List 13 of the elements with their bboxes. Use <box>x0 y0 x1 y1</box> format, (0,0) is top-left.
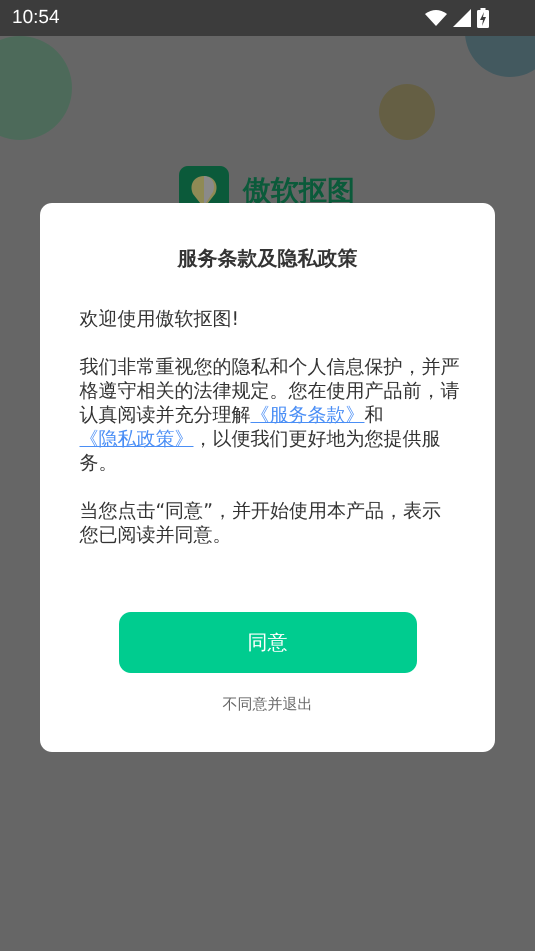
dialog-paragraph: 当您点击“同意”，并开始使用本产品，表示您已阅读并同意。 <box>80 500 442 548</box>
wifi-icon <box>425 10 447 26</box>
status-time: 10:54 <box>12 7 60 29</box>
agree-button[interactable]: 同意 <box>118 612 416 673</box>
dialog-title: 服务条款及隐私政策 <box>178 245 358 272</box>
battery-charging-icon <box>477 8 489 28</box>
app-name: 傲软抠图 <box>243 173 355 209</box>
dialog-paragraph: 欢迎使用傲软抠图! <box>80 308 240 332</box>
policy-link[interactable]: 《服务条款》 <box>250 405 364 426</box>
dialog-paragraph: 我们非常重视您的隐私和个人信息保护，并严格遵守相关的法律规定。您在使用产品前，请认真阅读并充分理解《服务条款》和 《隐私政策》，以便我们更好地为您提供服务。 <box>80 356 460 476</box>
decline-link[interactable]: 不同意并退出 <box>222 695 312 714</box>
policy-link[interactable]: 《隐私政策》 <box>80 429 194 450</box>
signal-icon <box>453 9 471 27</box>
